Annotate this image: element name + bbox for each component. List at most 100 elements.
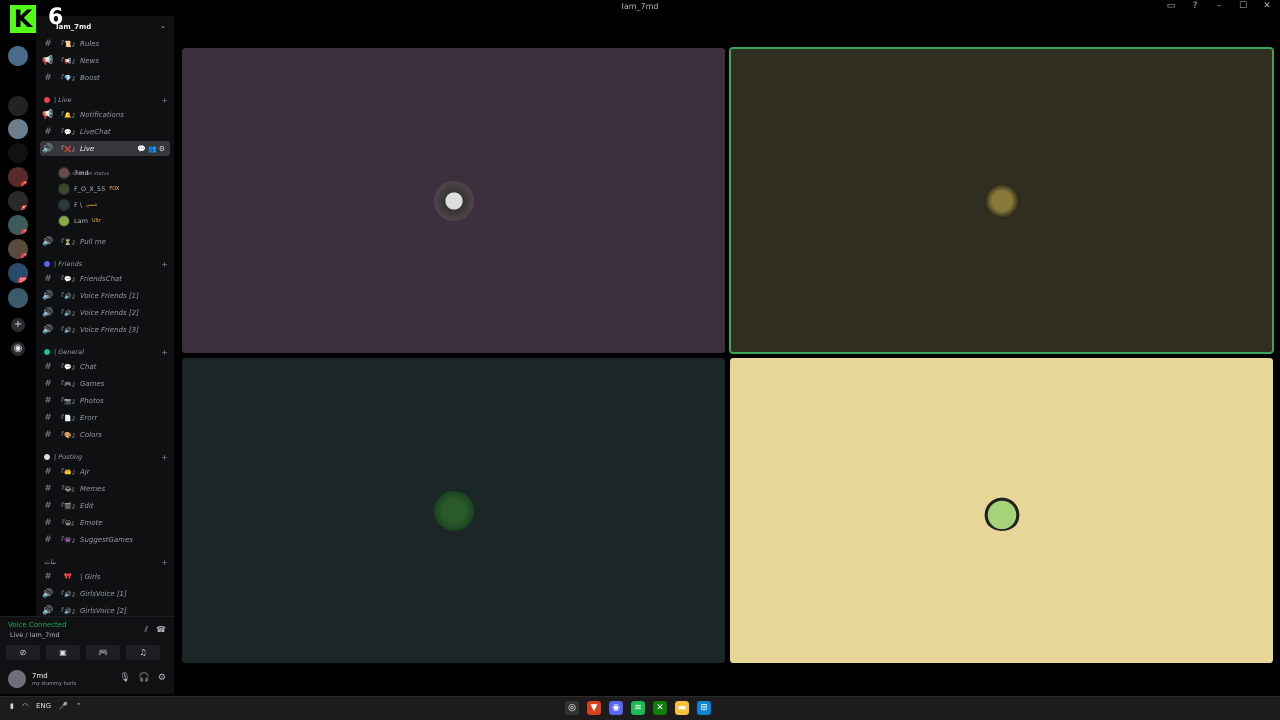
channel-item[interactable]: 📢 『🔔』 Notifications [40,107,170,122]
add-channel-icon[interactable]: + [161,453,168,462]
activities-button[interactable]: 🎮 [86,645,120,660]
channel-item[interactable]: 🔊 『⏳』 Pull me [40,234,170,249]
channel-item[interactable]: # 『💬』 Chat [40,359,170,374]
channel-item[interactable]: # 『🎮』 Games [40,376,170,391]
participant-tile-speaking[interactable] [730,48,1273,353]
notification-icon[interactable]: ▮ [10,702,14,710]
language-indicator[interactable]: ENG [36,702,51,710]
maximize-button[interactable]: ☐ [1236,1,1250,11]
add-channel-icon[interactable]: + [161,96,168,105]
video-off-button[interactable]: ⊘ [6,645,40,660]
channel-item[interactable]: # 『🎨』 Colors [40,427,170,442]
category-general[interactable]: | General + [44,347,168,357]
channel-icon: 📢 [42,55,54,66]
channel-item[interactable]: # 🎀 | Girls [40,569,170,584]
microphone-icon[interactable]: 🎙 [119,673,130,683]
close-button[interactable]: ✕ [1260,1,1274,11]
server-icon[interactable] [8,143,28,163]
xbox-icon[interactable]: ✕ [653,701,667,715]
channel-item[interactable]: # 『🤲』 Ajr [40,464,170,479]
minimize-button[interactable]: – [1212,1,1226,11]
unread-badge: 1 [21,253,28,259]
wifi-icon[interactable]: ◠ [22,702,28,710]
voice-user[interactable]: 7md [58,166,93,180]
start-icon[interactable]: ⊞ [697,701,711,715]
channel-item[interactable]: # 『📜』 Rules [40,36,170,51]
voice-connected-label[interactable]: Voice Connected [8,621,67,629]
explore-icon[interactable]: ◉ [11,342,25,356]
server-icon[interactable] [8,288,28,308]
spotify-icon[interactable]: ≋ [631,701,645,715]
screen-share-button[interactable]: ▣ [46,645,80,660]
disconnect-icon[interactable]: ☎ [156,625,166,635]
server-icon[interactable]: 3 [8,167,28,187]
add-server-icon[interactable]: + [11,318,25,332]
add-channel-icon[interactable]: + [161,558,168,567]
help-icon[interactable]: ? [1188,1,1202,11]
channel-actions[interactable]: 💬👥⚙ [137,145,167,153]
channel-icon: # [44,534,52,545]
inbox-icon[interactable]: ▭ [1164,1,1178,11]
channel-item[interactable]: # 『😂』 Memes [40,481,170,496]
channel-item[interactable]: # 『💎』 Boost [40,70,170,85]
obs-icon[interactable]: ◎ [565,701,579,715]
category-dot [44,454,50,460]
channel-item[interactable]: 🔊 『🔊』 GirlsVoice [1] [40,586,170,601]
soundboard-button[interactable]: ♫ [126,645,160,660]
channel-item[interactable]: # 『💬』 FriendsChat [40,271,170,286]
unread-badge: 4 [21,229,28,235]
chevron-up-icon[interactable]: ⌃ [76,702,82,710]
channel-icon: # [44,361,52,372]
channel-item[interactable]: 🔊 『🔊』 Voice Friends [1] [40,288,170,303]
brave-icon[interactable]: ▼ [587,701,601,715]
participant-tile[interactable] [182,48,725,353]
server-icon[interactable]: 1 [8,239,28,259]
category-dot [44,349,50,355]
channel-item[interactable]: # 『🎬』 Edit [40,498,170,513]
channel-item[interactable]: 🔊 『🔊』 GirlsVoice [2] [40,603,170,616]
server-icon[interactable] [8,46,28,66]
voice-location[interactable]: Live / Iam_7md [10,631,60,639]
channel-item[interactable]: # 『👾』 SuggestGames [40,532,170,547]
channel-icon: # [44,517,52,528]
avatar[interactable] [8,670,26,688]
channel-item[interactable]: # 『😀』 Emote [40,515,170,530]
mic-icon[interactable]: 🎤 [59,702,68,710]
discord-icon[interactable]: ◉ [609,701,623,715]
voice-user[interactable]: Lam Ultr [58,214,101,228]
voice-user[interactable]: F_O_X_55 FOX [58,182,119,196]
add-channel-icon[interactable]: + [161,348,168,357]
channel-item[interactable]: # 『💬』 LiveChat [40,124,170,139]
category-girls[interactable]: بنات + [44,557,168,567]
noise-suppression-icon[interactable]: ⫽ [144,625,148,635]
participant-tile[interactable] [182,358,725,663]
channel-item[interactable]: 🔊 『🔊』 Voice Friends [2] [40,305,170,320]
channel-item[interactable]: # 『📄』 Erorr [40,410,170,425]
settings-icon[interactable]: ⚙ [158,673,166,683]
channel-item[interactable]: # 『📷』 Photos [40,393,170,408]
channel-item-active[interactable]: 🔊 『❌』 Live 💬👥⚙ [40,141,170,156]
category-live[interactable]: | Live + [44,95,168,105]
speaker-icon: 🔊 [42,307,54,318]
server-icon[interactable]: 396 [8,263,28,283]
voice-stage [174,16,1280,696]
server-icon[interactable]: 4 [8,215,28,235]
participant-tile[interactable] [730,358,1273,663]
server-icon[interactable] [8,96,28,116]
username[interactable]: 7md [32,672,48,680]
headphones-icon[interactable]: 🎧 [139,673,150,683]
avatar [58,199,70,211]
voice-user[interactable]: F \ شمي [58,198,97,212]
window-controls: ▭ ? – ☐ ✕ [1164,1,1274,11]
file-explorer-icon[interactable]: ▬ [675,701,689,715]
add-channel-icon[interactable]: + [161,260,168,269]
speaker-icon: 🔊 [42,324,54,335]
category-friends[interactable]: | Friends + [44,259,168,269]
participant-avatar [981,180,1022,221]
speaker-icon: 🔊 [42,143,54,154]
channel-item[interactable]: 🔊 『🔊』 Voice Friends [3] [40,322,170,337]
channel-item[interactable]: 📢 『📢』 News [40,53,170,68]
server-icon[interactable]: 53 [8,191,28,211]
server-icon[interactable] [8,119,28,139]
category-posting[interactable]: | Posting + [44,452,168,462]
